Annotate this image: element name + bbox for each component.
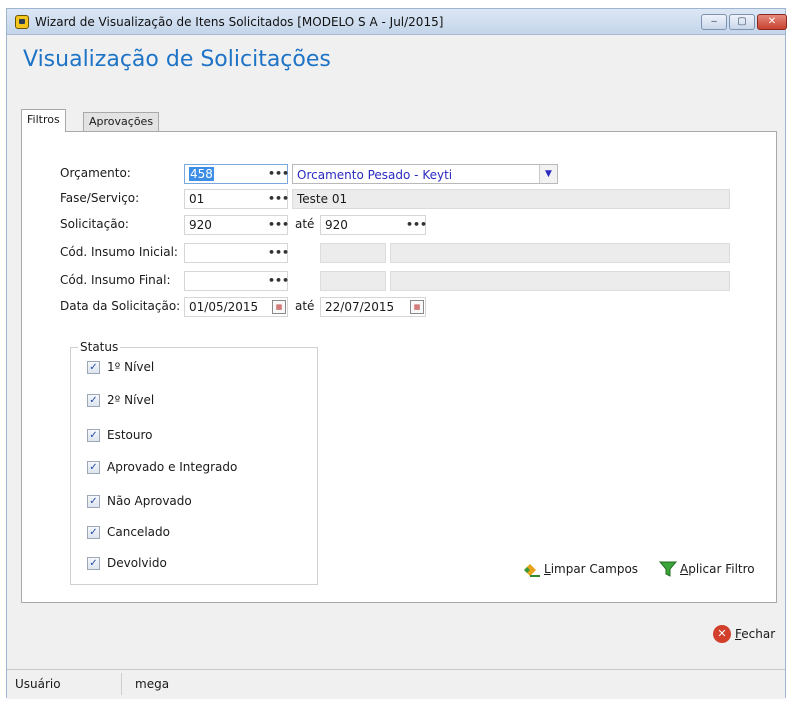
checkbox[interactable]: ✓ xyxy=(87,394,100,407)
status-label: 1º Nível xyxy=(107,360,155,374)
insumo-final-lookup-button[interactable]: ••• xyxy=(268,275,289,293)
tab-aprovacoes[interactable]: Aprovações xyxy=(83,112,160,131)
data-ate-label: até xyxy=(295,299,315,313)
aplicar-accel: A xyxy=(680,562,689,576)
orcamento-code-value: 458 xyxy=(189,167,214,181)
status-user-label: Usuário xyxy=(15,677,61,691)
solicitacao-ate-label: até xyxy=(295,217,315,231)
wizard-window: Wizard de Visualização de Itens Solicita… xyxy=(6,8,787,699)
status-label: Aprovado e Integrado xyxy=(107,460,238,474)
checkbox[interactable]: ✓ xyxy=(87,429,100,442)
status-user-value: mega xyxy=(135,677,170,691)
insumo-final-description xyxy=(390,271,730,291)
insumo-final-label: Cód. Insumo Final: xyxy=(60,273,171,287)
solicitacao-to-lookup-button[interactable]: ••• xyxy=(406,219,427,237)
status-label: Cancelado xyxy=(107,525,170,539)
app-icon xyxy=(15,15,29,29)
calendar-icon[interactable]: ▦ xyxy=(410,300,424,314)
solicitacao-from-lookup-button[interactable]: ••• xyxy=(268,219,289,237)
status-legend: Status xyxy=(78,340,121,354)
checkbox[interactable]: ✓ xyxy=(87,461,100,474)
page-title: Visualização de Solicitações xyxy=(23,47,331,72)
fase-description: Teste 01 xyxy=(292,189,730,209)
status-label: Não Aprovado xyxy=(107,494,192,508)
insumo-final-ref xyxy=(320,271,386,291)
insumo-inicial-lookup-button[interactable]: ••• xyxy=(268,247,289,265)
filter-icon xyxy=(658,561,678,577)
maximize-button[interactable]: ▢ xyxy=(729,14,755,30)
chevron-down-icon[interactable]: ▼ xyxy=(539,165,557,183)
orcamento-select-value: Orcamento Pesado - Keyti xyxy=(297,168,453,182)
tab-filtros[interactable]: Filtros xyxy=(21,109,66,132)
filter-panel: Orçamento: 458 ••• Orcamento Pesado - Ke… xyxy=(21,131,777,603)
solicitacao-label: Solicitação: xyxy=(60,217,129,231)
calendar-icon[interactable]: ▦ xyxy=(272,300,286,314)
orcamento-select[interactable]: Orcamento Pesado - Keyti ▼ xyxy=(292,164,558,184)
limpar-label: impar Campos xyxy=(550,562,639,576)
insumo-inicial-description xyxy=(390,243,730,263)
checkbox[interactable]: ✓ xyxy=(87,361,100,374)
insumo-inicial-ref xyxy=(320,243,386,263)
window-close-button[interactable]: ✕ xyxy=(757,14,787,30)
status-group: Status ✓ 1º Nível ✓ 2º Nível ✓ Estouro ✓… xyxy=(70,340,318,585)
fechar-label: echar xyxy=(741,627,776,641)
aplicar-filtro-button[interactable]: Aplicar Filtro xyxy=(658,560,768,580)
insumo-inicial-label: Cód. Insumo Inicial: xyxy=(60,245,178,259)
orcamento-label: Orçamento: xyxy=(60,166,131,180)
fase-label: Fase/Serviço: xyxy=(60,191,140,205)
status-label: Estouro xyxy=(107,428,153,442)
title-bar: Wizard de Visualização de Itens Solicita… xyxy=(7,9,787,35)
status-label: Devolvido xyxy=(107,556,167,570)
close-icon: ✕ xyxy=(713,625,731,643)
checkbox[interactable]: ✓ xyxy=(87,526,100,539)
eraser-icon xyxy=(524,564,540,577)
orcamento-lookup-button[interactable]: ••• xyxy=(268,168,289,186)
aplicar-label: plicar Filtro xyxy=(688,562,755,576)
status-separator xyxy=(121,673,122,695)
minimize-button[interactable]: ‒ xyxy=(701,14,727,30)
limpar-accel: L xyxy=(544,562,551,576)
checkbox[interactable]: ✓ xyxy=(87,495,100,508)
window-title: Wizard de Visualização de Itens Solicita… xyxy=(35,15,444,29)
status-label: 2º Nível xyxy=(107,393,155,407)
checkbox[interactable]: ✓ xyxy=(87,557,100,570)
data-label: Data da Solicitação: xyxy=(60,299,181,313)
fechar-button[interactable]: ✕ Fechar xyxy=(713,625,783,645)
status-bar: Usuário mega xyxy=(7,669,785,699)
limpar-campos-button[interactable]: Limpar Campos xyxy=(522,560,642,580)
fase-lookup-button[interactable]: ••• xyxy=(268,193,289,211)
